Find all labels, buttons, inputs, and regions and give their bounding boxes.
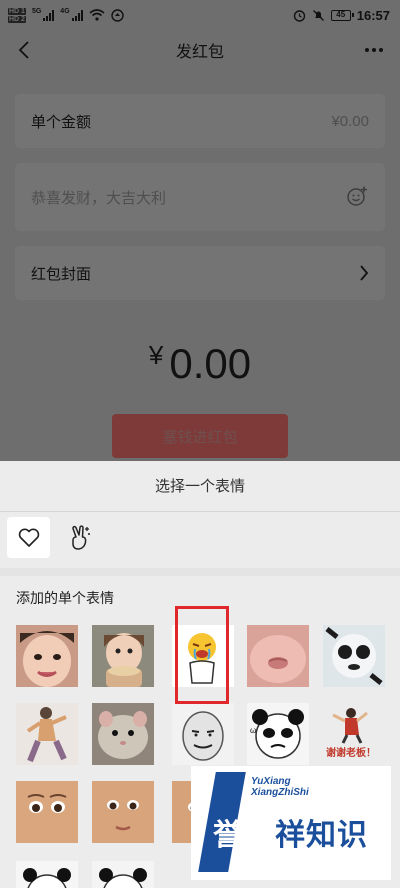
heart-icon xyxy=(18,528,39,547)
dot-icon xyxy=(372,48,376,52)
notification-icon xyxy=(110,8,124,22)
hd1-label: HD 1 xyxy=(8,7,26,15)
chevron-left-icon xyxy=(18,41,29,59)
signal-icon-2 xyxy=(71,9,83,21)
cover-label: 红包封面 xyxy=(31,265,92,283)
sticker-item[interactable] xyxy=(247,625,309,687)
send-red-packet-button[interactable]: 塞钱进红包 xyxy=(112,414,288,458)
more-options-button[interactable] xyxy=(362,38,386,62)
chevron-right-icon xyxy=(360,265,369,281)
watermark-line2: XiangZhiShi xyxy=(251,787,309,798)
dot-icon xyxy=(365,48,369,52)
sheet-title: 选择一个表情 xyxy=(154,478,245,495)
sticker-item[interactable]: ω xyxy=(247,703,309,765)
hd-badge: HD 1 HD 2 xyxy=(8,7,26,23)
watermark-title-b: 祥知识 xyxy=(275,818,368,853)
sticker-item[interactable] xyxy=(16,703,78,765)
amount-field[interactable]: 单个金额 ¥0.00 xyxy=(15,94,385,148)
section-label: 添加的单个表情 xyxy=(16,590,114,606)
divider xyxy=(0,511,400,512)
network-type-2: 4G xyxy=(60,7,70,15)
network-type-1: 5G xyxy=(31,7,42,15)
wifi-icon xyxy=(89,9,105,21)
add-emoji-icon[interactable] xyxy=(345,185,369,209)
currency-symbol: ¥ xyxy=(148,340,164,370)
page-title: 发红包 xyxy=(175,44,224,61)
total-amount: ¥0.00 xyxy=(0,340,400,388)
watermark-subtitle: YuXiang XiangZhiShi xyxy=(251,776,309,798)
sticker-item[interactable] xyxy=(16,625,78,687)
cover-selector[interactable]: 红包封面 xyxy=(15,246,385,300)
sticker-item[interactable] xyxy=(92,625,154,687)
sticker-item[interactable] xyxy=(92,781,154,843)
total-amount-value: 0.00 xyxy=(169,340,252,387)
svg-text:ω: ω xyxy=(250,726,256,735)
hd2-label: HD 2 xyxy=(8,15,26,23)
tab-favorites[interactable] xyxy=(7,517,50,558)
amount-label: 单个金额 xyxy=(31,113,92,131)
alarm-icon xyxy=(293,9,305,22)
signal-icon xyxy=(43,9,55,21)
sticker-item[interactable] xyxy=(16,861,78,888)
selection-highlight xyxy=(175,606,229,704)
watermark-title: 誉祥祥知识 xyxy=(213,810,368,854)
mute-icon xyxy=(312,9,324,21)
watermark-line1: YuXiang xyxy=(251,776,291,787)
greeting-placeholder: 恭喜发财，大吉大利 xyxy=(31,189,167,207)
dot-icon xyxy=(379,48,383,52)
battery-icon: 45 xyxy=(330,9,354,21)
sticker-item[interactable] xyxy=(172,703,234,765)
emoji-tabs xyxy=(0,517,400,565)
tabs-separator xyxy=(0,568,400,576)
greeting-input[interactable]: 恭喜发财，大吉大利 xyxy=(15,163,385,231)
tab-sticker-pack[interactable] xyxy=(58,517,101,558)
sticker-item[interactable] xyxy=(323,625,385,687)
sticker-item[interactable] xyxy=(92,703,154,765)
sticker-item[interactable] xyxy=(16,781,78,843)
back-button[interactable] xyxy=(8,34,40,66)
victory-hand-icon xyxy=(71,524,90,550)
sticker-item[interactable] xyxy=(92,861,154,888)
status-bar: HD 1 HD 2 5G 4G 45 16:57 xyxy=(0,0,400,30)
watermark-title-a: 誉祥 xyxy=(213,818,275,853)
sticker-caption: 谢谢老板！ xyxy=(326,748,376,759)
clock: 16:57 xyxy=(356,7,390,23)
nav-bar: 发红包 xyxy=(0,30,400,70)
watermark-logo: YuXiang XiangZhiShi 誉祥祥知识 xyxy=(191,766,391,880)
amount-value: ¥0.00 xyxy=(331,112,369,130)
